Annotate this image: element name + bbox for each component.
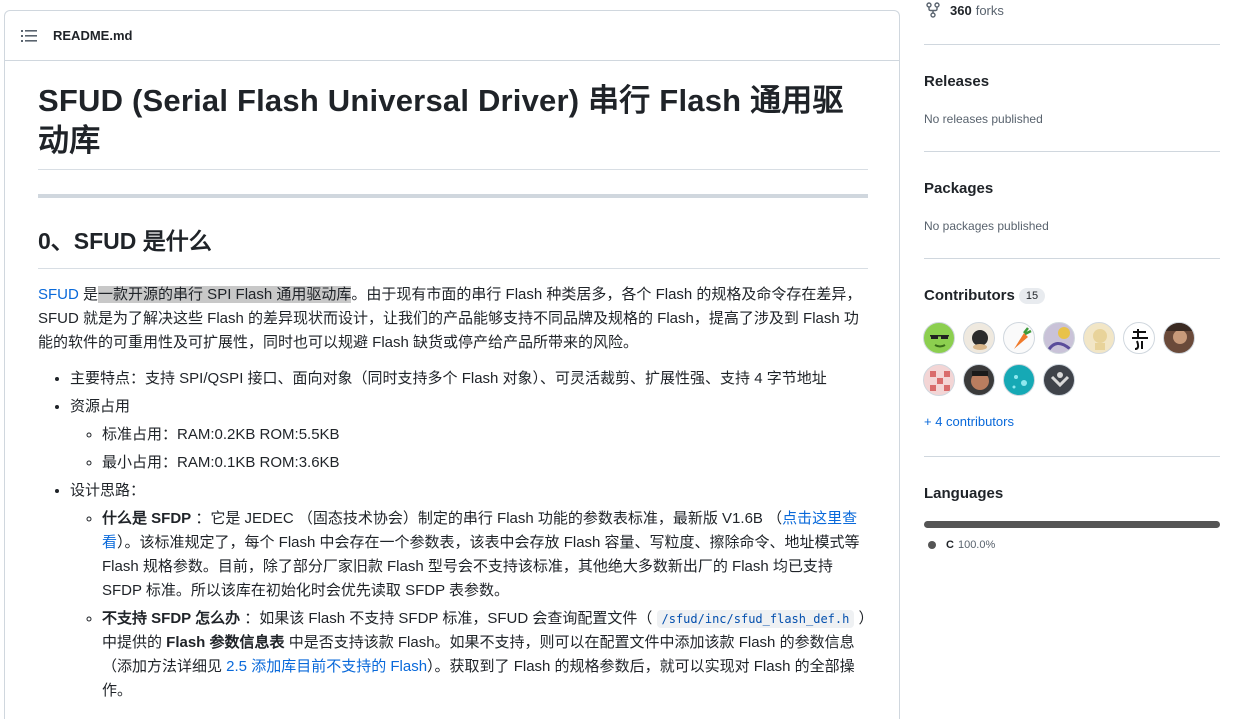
language-percent: 100.0% — [957, 539, 996, 551]
design-sublist: 什么是 SFDP ：它是 JEDEC （固态技术协会）制定的串行 Flash 功… — [70, 507, 868, 703]
avatar[interactable] — [1083, 322, 1115, 354]
horizontal-rule — [38, 194, 868, 198]
more-contributors-link[interactable]: + 4 contributors — [924, 414, 1014, 429]
packages-heading[interactable]: Packages — [924, 180, 993, 197]
outline-list-icon[interactable] — [21, 29, 37, 43]
avatar[interactable] — [923, 322, 955, 354]
sidebar-divider — [924, 44, 1220, 45]
sidebar-divider — [924, 258, 1220, 259]
language-item-c[interactable]: C 100.0% — [928, 539, 995, 551]
list-item: 标准占用：RAM:0.2KB ROM:5.5KB — [102, 423, 868, 447]
add-flash-link[interactable]: 2.5 添加库目前不支持的 Flash — [226, 658, 427, 675]
list-item-design: 设计思路： 什么是 SFDP ：它是 JEDEC （固态技术协会）制定的串行 F… — [70, 479, 868, 703]
avatar[interactable] — [1123, 322, 1155, 354]
avatar[interactable] — [1003, 322, 1035, 354]
features-text: 主要特点：支持 SPI/QSPI 接口、面向对象（同时支持多个 Flash 对象… — [70, 370, 827, 387]
forks-link[interactable]: 360 forks — [926, 2, 1004, 18]
list-item: 最小占用：RAM:0.1KB ROM:3.6KB — [102, 451, 868, 475]
list-item-resources: 资源占用 标准占用：RAM:0.2KB ROM:5.5KB 最小占用：RAM:0… — [70, 395, 868, 475]
sidebar-divider — [924, 456, 1220, 457]
intro-highlight: 一款开源的串行 SPI Flash 通用驱动库 — [98, 286, 352, 303]
list-item-features: 主要特点：支持 SPI/QSPI 接口、面向对象（同时支持多个 Flash 对象… — [70, 367, 868, 391]
forks-label: forks — [975, 2, 1004, 18]
packages-text: No packages published — [924, 219, 1049, 233]
avatar[interactable] — [963, 364, 995, 396]
repo-forked-icon — [926, 2, 940, 18]
releases-text: No releases published — [924, 112, 1043, 126]
avatar[interactable] — [1163, 322, 1195, 354]
nosfdp-bold: 不支持 SFDP 怎么办 — [102, 610, 241, 627]
language-color-dot — [928, 541, 936, 549]
language-name: C — [946, 539, 954, 551]
avatar[interactable] — [1043, 322, 1075, 354]
sfdp-bold: 什么是 SFDP — [102, 510, 192, 527]
sfdp-text-2: ）。该标准规定了，每个 Flash 中会存在一个参数表，该表中会存放 Flash… — [102, 534, 860, 599]
contributors-title: Contributors — [924, 287, 1015, 304]
config-file-code: /sfud/inc/sfud_flash_def.h — [656, 610, 855, 628]
sidebar-divider — [924, 151, 1220, 152]
contributors-count-badge: 15 — [1018, 288, 1046, 304]
readme-header: README.md — [5, 11, 899, 61]
resources-label: 资源占用 — [70, 398, 131, 415]
resources-sublist: 标准占用：RAM:0.2KB ROM:5.5KB 最小占用：RAM:0.1KB … — [70, 423, 868, 475]
languages-heading: Languages — [924, 485, 1004, 502]
page-title: SFUD (Serial Flash Universal Driver) 串行 … — [38, 71, 868, 170]
nosfdp-text-1: ：如果该 Flash 不支持 SFDP 标准，SFUD 会查询配置文件（ — [240, 610, 657, 627]
contributors-heading[interactable]: Contributors 15 — [924, 287, 1046, 304]
readme-panel: README.md SFUD (Serial Flash Universal D… — [4, 10, 900, 719]
intro-text-pre: 是 — [78, 286, 99, 303]
avatar[interactable] — [923, 364, 955, 396]
language-bar — [924, 521, 1220, 528]
section-heading: 0、SFUD 是什么 — [38, 226, 868, 269]
readme-filename[interactable]: README.md — [53, 28, 132, 43]
feature-list: 主要特点：支持 SPI/QSPI 接口、面向对象（同时支持多个 Flash 对象… — [38, 367, 868, 703]
avatar[interactable] — [963, 322, 995, 354]
sfud-link[interactable]: SFUD — [38, 286, 79, 303]
sfdp-text-1: ：它是 JEDEC （固态技术协会）制定的串行 Flash 功能的参数表标准，最… — [191, 510, 783, 527]
intro-paragraph: SFUD 是一款开源的串行 SPI Flash 通用驱动库。由于现有市面的串行 … — [38, 283, 868, 355]
param-table-bold: Flash 参数信息表 — [166, 634, 285, 651]
readme-content: SFUD (Serial Flash Universal Driver) 串行 … — [38, 71, 868, 707]
forks-count: 360 — [950, 2, 972, 18]
releases-heading[interactable]: Releases — [924, 73, 989, 90]
list-item-sfdp: 什么是 SFDP ：它是 JEDEC （固态技术协会）制定的串行 Flash 功… — [102, 507, 868, 603]
design-label: 设计思路： — [70, 482, 146, 499]
avatar[interactable] — [1043, 364, 1075, 396]
avatar[interactable] — [1003, 364, 1035, 396]
list-item-nosfdp: 不支持 SFDP 怎么办 ：如果该 Flash 不支持 SFDP 标准，SFUD… — [102, 607, 868, 703]
